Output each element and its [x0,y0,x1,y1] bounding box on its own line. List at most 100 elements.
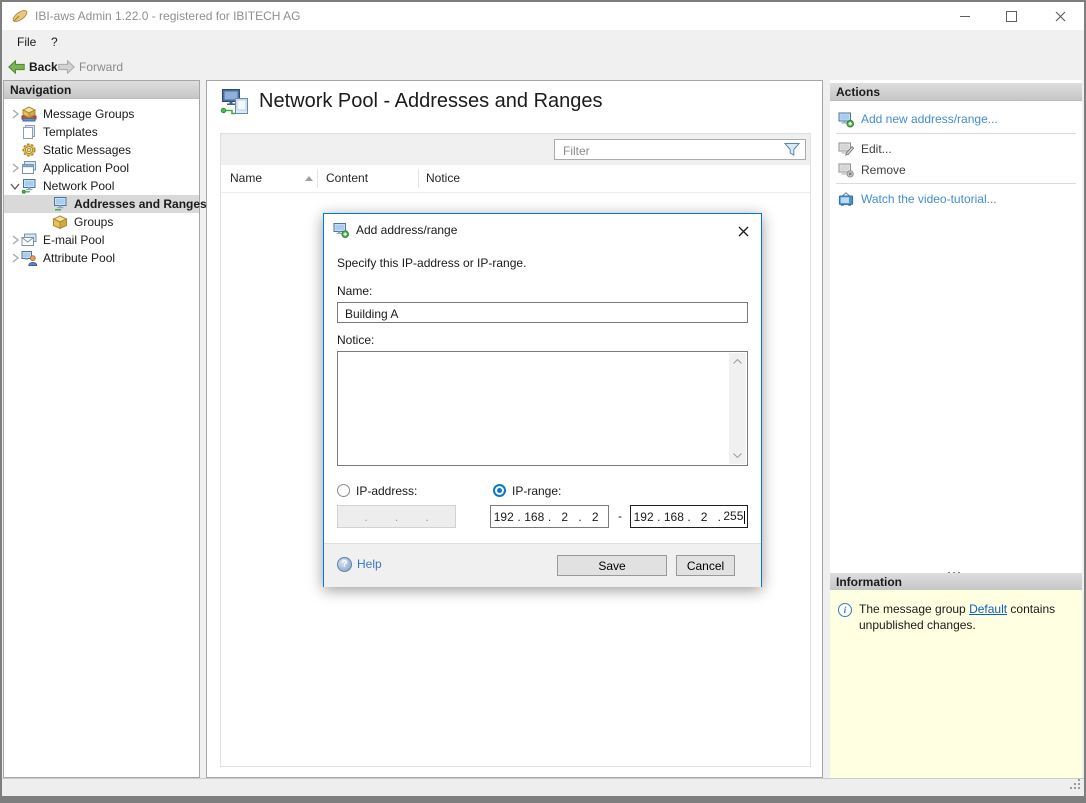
maximize-button[interactable] [988,2,1034,30]
ip-range-from-field[interactable]: 192.168.2.2 [490,505,609,528]
right-sidebar: Actions Add new address/range... Edit...… [830,80,1082,778]
default-message-group-link[interactable]: Default [969,602,1007,616]
sidebar-item-application-pool[interactable]: Application Pool [4,159,199,177]
help-link[interactable]: Help [357,544,382,585]
ip-range-radio[interactable] [493,484,506,497]
column-divider[interactable] [418,169,419,188]
sidebar-item-message-groups[interactable]: Message Groups [4,105,199,123]
navigation-panel-header: Navigation [4,81,199,99]
close-button[interactable] [1038,2,1082,30]
window-title: IBI-aws Admin 1.22.0 - registered for IB… [35,2,300,30]
chevron-right-icon[interactable] [8,109,21,119]
message-groups-icon [21,106,37,122]
column-header-notice[interactable]: Notice [426,165,460,192]
action-label: Edit... [861,142,892,156]
dialog-title: Add address/range [356,214,457,247]
sidebar-item-label: Groups [74,215,113,229]
application-window: IBI-aws Admin 1.22.0 - registered for IB… [0,0,1086,803]
minimize-button[interactable] [942,2,988,30]
ip-address-field: ... [337,505,456,528]
sidebar-item-label: Message Groups [43,107,134,121]
notice-scrollbar[interactable] [729,353,746,464]
scroll-up-icon[interactable] [729,353,746,370]
dialog-description: Specify this IP-address or IP-range. [337,256,526,270]
sidebar-item-groups[interactable]: Groups [4,213,199,231]
sidebar-item-templates[interactable]: Templates [4,123,199,141]
scroll-down-icon[interactable] [729,447,746,464]
static-messages-icon [21,142,37,158]
octet[interactable]: 192 [491,510,517,524]
octet[interactable]: 255 [722,509,747,523]
action-label: Add new address/range... [861,112,998,126]
menu-file[interactable]: File [13,30,40,54]
chevron-right-icon[interactable] [8,253,21,263]
chevron-right-icon[interactable] [8,235,21,245]
name-label: Name: [337,284,372,298]
table-header-row: Name Content Notice [221,165,810,193]
sidebar-item-static-messages[interactable]: Static Messages [4,141,199,159]
column-header-name[interactable]: Name [230,165,262,192]
notice-textarea[interactable] [337,351,748,466]
dialog-footer: ? Help Save Cancel [324,543,761,587]
sidebar-item-attribute-pool[interactable]: Attribute Pool [4,249,199,267]
maximize-icon [1006,11,1017,22]
ip-address-radio-label[interactable]: IP-address: [356,483,417,499]
video-tutorial-icon [838,191,854,207]
filter-input[interactable] [561,141,775,160]
status-bar [2,778,1084,796]
remove-address-icon [838,162,854,178]
resize-grip[interactable] [1069,778,1082,794]
sort-ascending-icon [305,176,313,181]
email-pool-icon [21,232,37,248]
action-add-new-address-range[interactable]: Add new address/range... [830,108,1082,130]
information-panel-body: i The message group Default contains unp… [830,590,1082,778]
octet-value: 255 [723,509,743,523]
network-pool-icon [21,178,37,194]
filter-box [554,139,806,160]
column-header-content[interactable]: Content [326,165,368,192]
action-edit: Edit... [830,139,1082,158]
octet[interactable]: 168 [661,510,686,524]
information-text: The message group [859,602,969,616]
octet[interactable]: 2 [583,510,609,524]
help-icon: ? [337,557,352,572]
sidebar-item-label: E-mail Pool [43,233,104,247]
octet[interactable]: 2 [552,510,578,524]
add-address-dialog-icon [333,222,349,241]
octet[interactable]: 192 [631,510,656,524]
text-caret [744,511,745,524]
groups-icon [52,214,68,230]
octet[interactable]: 168 [522,510,548,524]
ip-address-radio[interactable] [337,484,350,497]
close-icon [738,226,749,237]
information-panel-header: Information [830,573,1082,591]
name-input[interactable] [343,304,742,323]
column-divider[interactable] [317,169,318,188]
dialog-close-button[interactable] [731,220,755,242]
menu-bar: File ? [2,30,1084,54]
filter-funnel-icon[interactable] [784,142,800,160]
action-remove: Remove [830,160,1082,179]
action-label: Remove [861,163,906,177]
octet[interactable]: 2 [692,510,717,524]
sidebar-item-addresses-and-ranges[interactable]: Addresses and Ranges [4,195,199,213]
ip-range-radio-label[interactable]: IP-range: [512,483,561,499]
navigation-toolbar: Back Forward [2,54,1084,80]
chevron-right-icon[interactable] [8,163,21,173]
ip-range-to-field[interactable]: 192.168.2.255 [630,505,748,528]
sidebar-item-network-pool[interactable]: Network Pool [4,177,199,195]
sidebar-item-email-pool[interactable]: E-mail Pool [4,231,199,249]
application-pool-icon [21,160,37,176]
back-button[interactable]: Back [8,54,58,80]
edit-address-icon [838,141,854,157]
menu-help[interactable]: ? [47,30,62,54]
save-button[interactable]: Save [557,555,667,576]
title-bar: IBI-aws Admin 1.22.0 - registered for IB… [2,2,1084,30]
cancel-button[interactable]: Cancel [676,555,735,576]
sidebar-item-label: Attribute Pool [43,251,115,265]
network-pool-title-icon [220,89,250,120]
actions-panel-header: Actions [830,83,1082,101]
name-field-box [337,302,748,323]
chevron-down-icon[interactable] [8,181,21,191]
action-watch-video-tutorial[interactable]: Watch the video-tutorial... [830,188,1082,210]
